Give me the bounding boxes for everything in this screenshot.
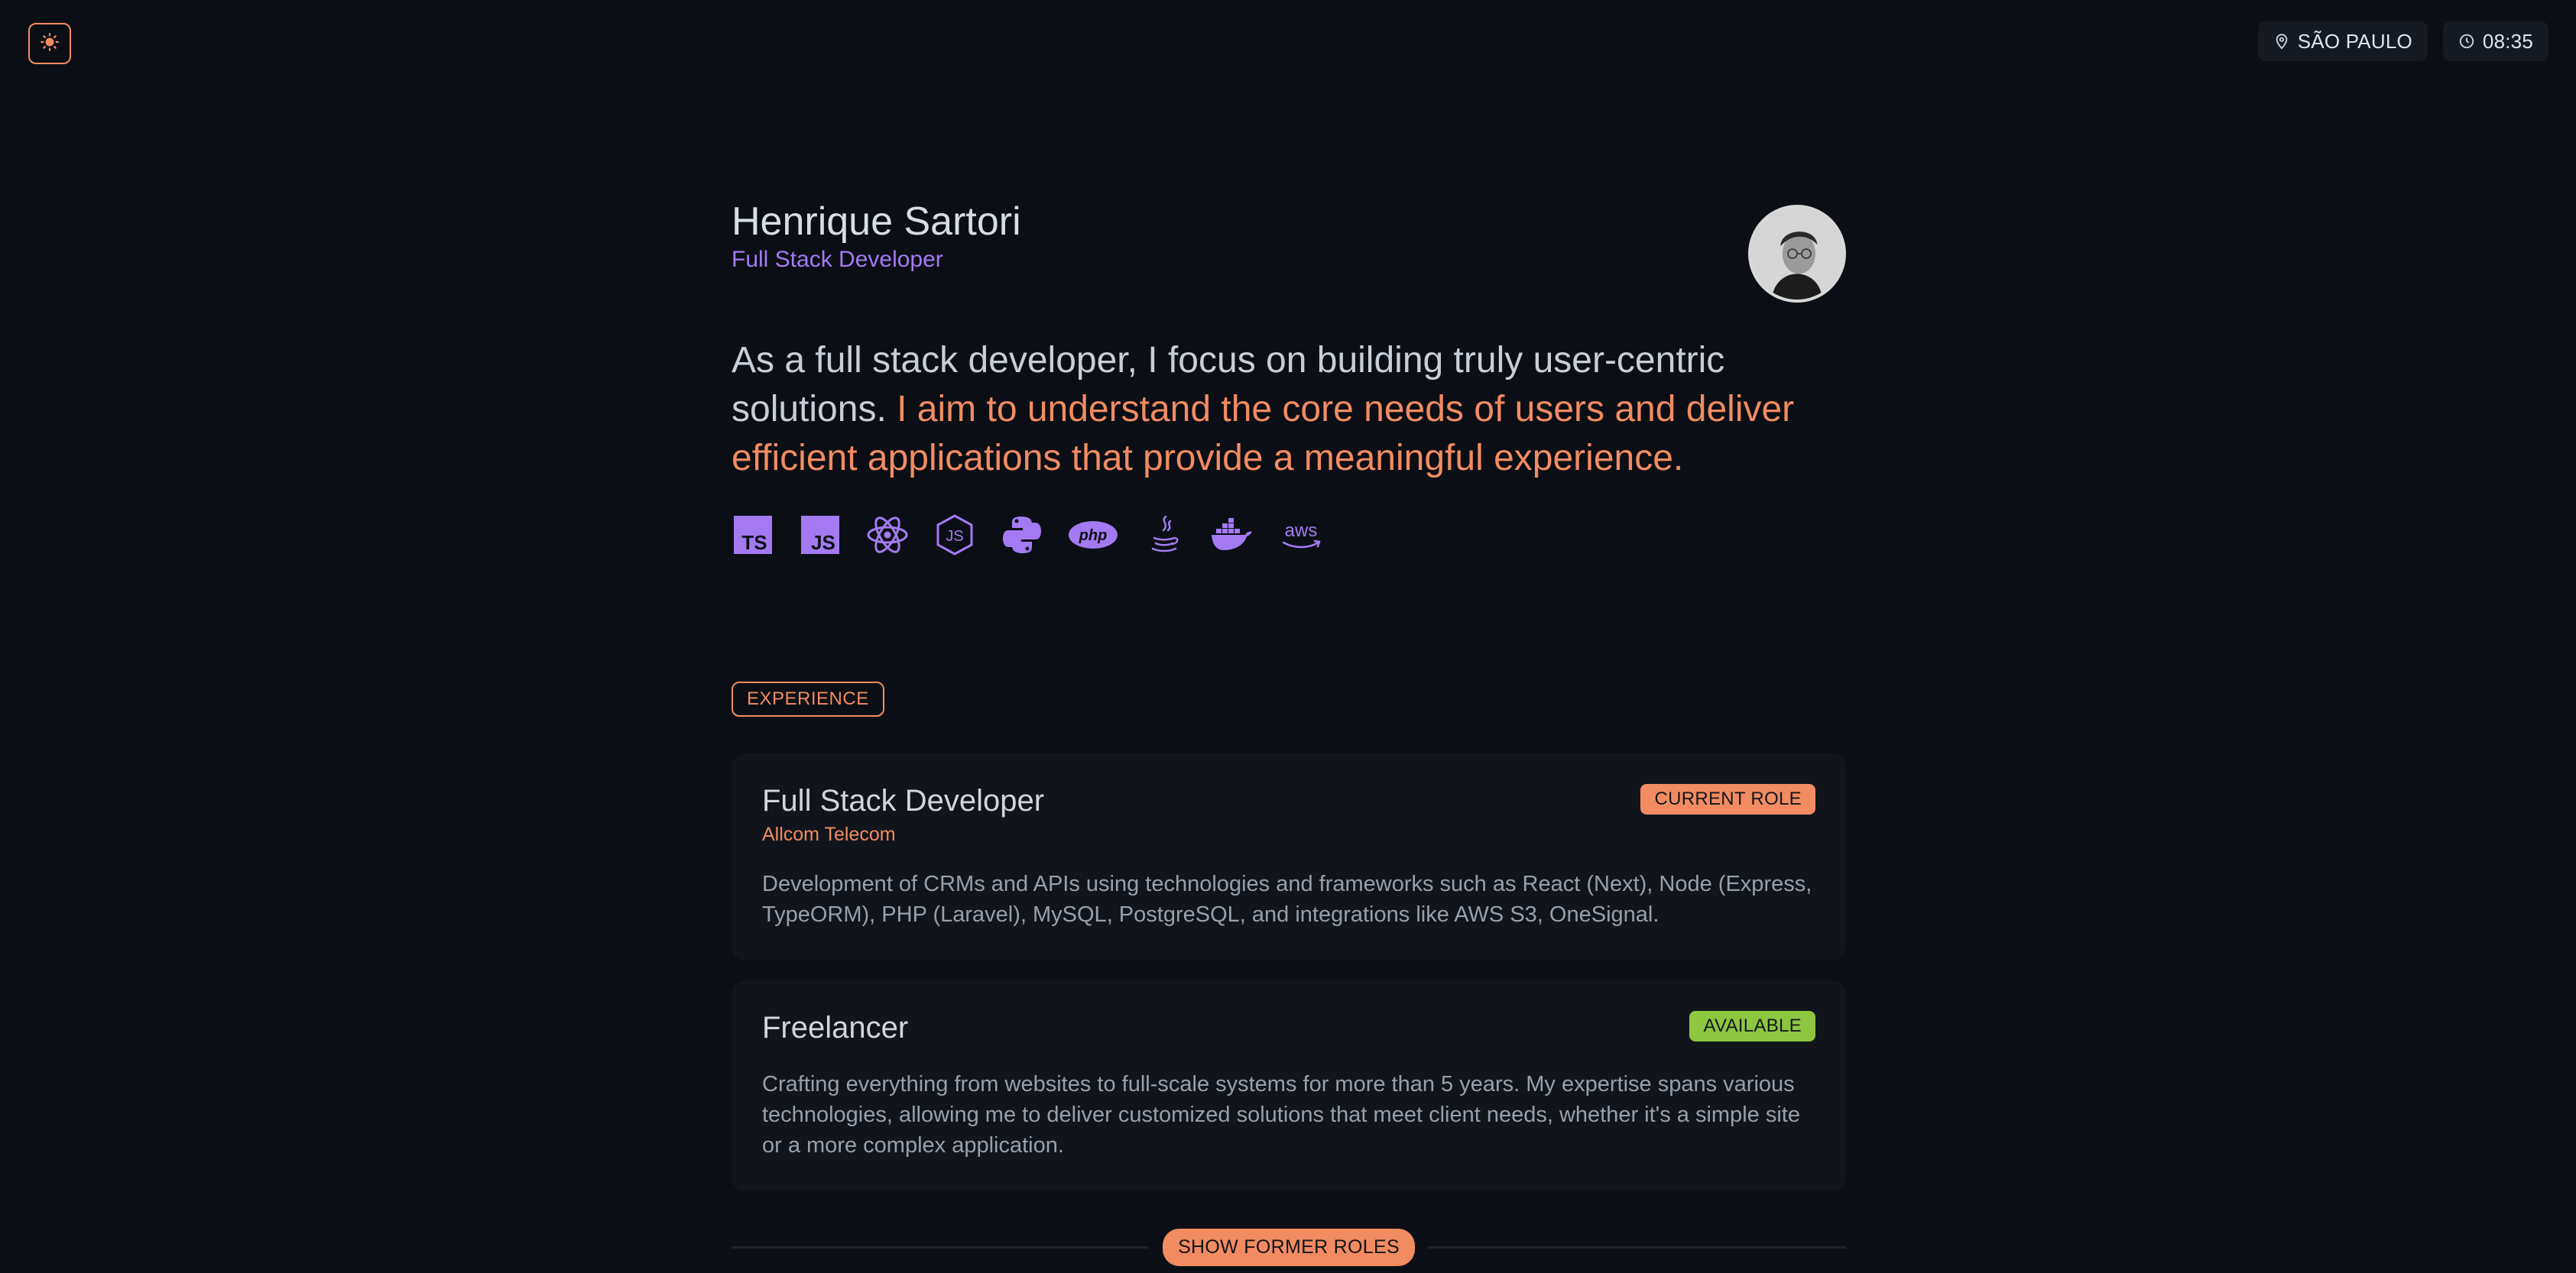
experience-section-label: EXPERIENCE <box>732 682 884 717</box>
svg-text:JS: JS <box>811 531 835 554</box>
php-icon: php <box>1068 513 1118 556</box>
location-label: SÃO PAULO <box>2297 29 2412 53</box>
theme-toggle-button[interactable] <box>28 23 71 64</box>
javascript-icon: JS <box>799 513 842 556</box>
profile-header: Henrique Sartori Full Stack Developer <box>732 199 1846 303</box>
react-icon <box>866 513 909 556</box>
java-icon <box>1143 513 1186 556</box>
python-icon <box>1001 513 1043 556</box>
avatar <box>1748 205 1846 303</box>
former-roles-row: SHOW FORMER ROLES <box>732 1228 1846 1266</box>
clock-icon <box>2458 33 2475 50</box>
role-title: Freelancer <box>762 1011 909 1045</box>
role-description: Development of CRMs and APIs using techn… <box>762 872 1812 927</box>
typescript-icon: TS <box>732 513 774 556</box>
svg-text:TS: TS <box>741 531 767 554</box>
aws-icon: aws <box>1277 513 1325 556</box>
map-pin-icon <box>2273 33 2290 50</box>
available-badge: AVAILABLE <box>1689 1011 1815 1041</box>
intro-text: As a full stack developer, I focus on bu… <box>732 336 1809 483</box>
svg-text:php: php <box>1079 527 1108 544</box>
docker-icon <box>1210 513 1253 556</box>
clock-chip: 08:35 <box>2442 21 2548 61</box>
main-content: Henrique Sartori Full Stack Developer As… <box>732 182 1846 1266</box>
tech-stack: TS JS JS php aws <box>732 513 1846 556</box>
clock-time: 08:35 <box>2482 29 2533 53</box>
profile-name: Henrique Sartori <box>732 199 1021 244</box>
sun-icon <box>40 32 60 56</box>
profile-role: Full Stack Developer <box>732 247 943 273</box>
company-name: Allcom Telecom <box>762 824 896 845</box>
experience-card: Full Stack Developer Allcom Telecom CURR… <box>732 753 1846 960</box>
location-chip: SÃO PAULO <box>2257 21 2428 61</box>
show-former-roles-button[interactable]: SHOW FORMER ROLES <box>1163 1228 1415 1266</box>
nodejs-icon: JS <box>933 513 976 556</box>
current-role-badge: CURRENT ROLE <box>1640 784 1815 815</box>
top-right-status: SÃO PAULO 08:35 <box>2257 21 2548 61</box>
svg-text:aws: aws <box>1285 520 1318 541</box>
divider-left <box>732 1246 1148 1249</box>
experience-card: Freelancer AVAILABLE Crafting everything… <box>732 980 1846 1191</box>
divider-right <box>1428 1246 1846 1249</box>
role-description: Crafting everything from websites to ful… <box>762 1072 1800 1158</box>
svg-text:JS: JS <box>946 528 963 545</box>
